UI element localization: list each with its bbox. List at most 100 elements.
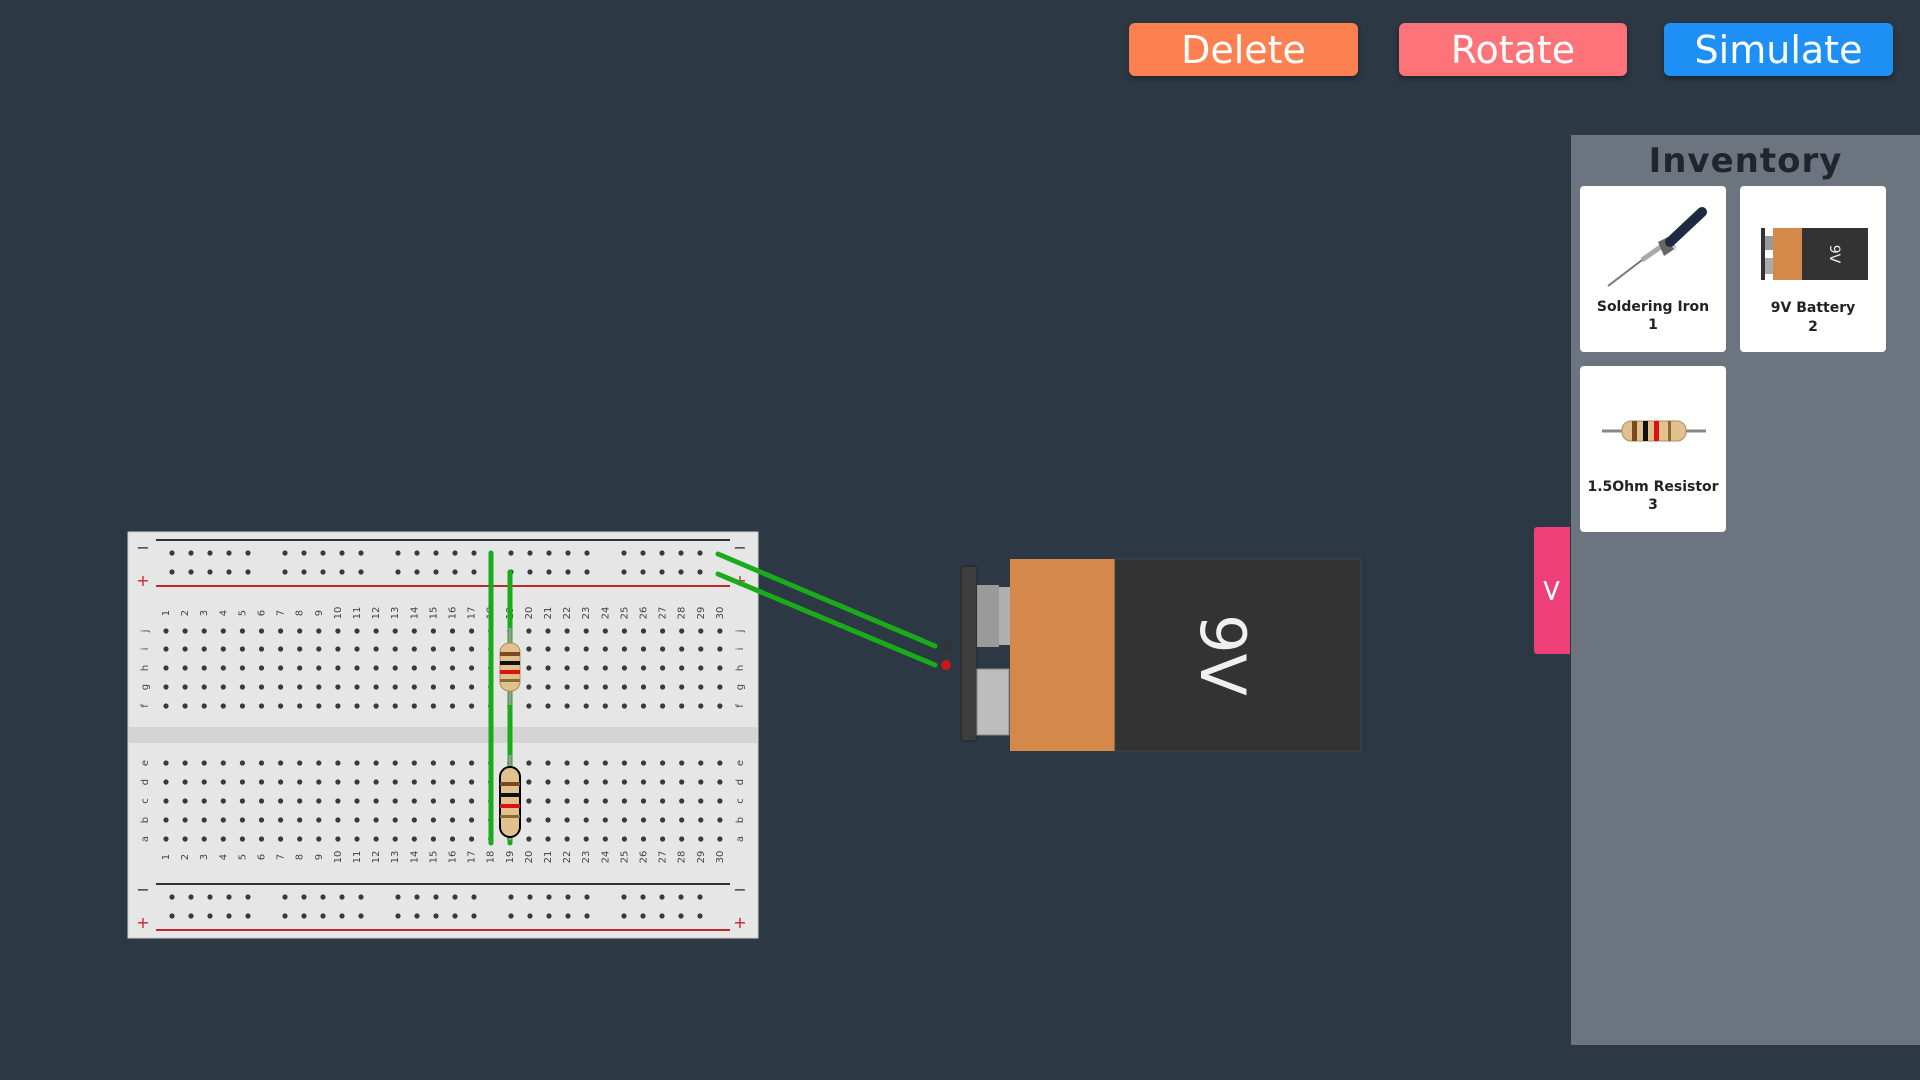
breadboard-hole[interactable] <box>698 684 704 690</box>
breadboard-hole[interactable] <box>659 569 665 575</box>
battery-terminal-positive[interactable] <box>941 660 951 670</box>
breadboard-hole[interactable] <box>660 628 666 634</box>
breadboard-hole[interactable] <box>565 913 571 919</box>
breadboard-hole[interactable] <box>258 817 265 823</box>
breadboard-hole[interactable] <box>545 779 551 785</box>
breadboard-hole[interactable] <box>320 913 326 919</box>
breadboard-hole[interactable] <box>679 836 685 842</box>
breadboard-hole[interactable] <box>163 684 169 690</box>
breadboard-hole[interactable] <box>282 569 288 575</box>
breadboard-hole[interactable] <box>339 894 345 900</box>
breadboard-hole[interactable] <box>660 798 666 804</box>
breadboard-hole[interactable] <box>339 569 345 575</box>
breadboard-hole[interactable] <box>282 894 288 900</box>
battery[interactable]: 9V <box>941 558 1362 752</box>
breadboard-hole[interactable] <box>698 798 704 804</box>
breadboard-hole[interactable] <box>527 550 533 556</box>
breadboard-hole[interactable] <box>469 760 475 766</box>
breadboard-hole[interactable] <box>660 779 666 785</box>
breadboard-hole[interactable] <box>207 550 213 556</box>
breadboard-hole[interactable] <box>182 665 188 671</box>
breadboard-hole[interactable] <box>717 628 723 634</box>
breadboard-hole[interactable] <box>640 894 646 900</box>
breadboard-hole[interactable] <box>678 550 684 556</box>
breadboard-hole[interactable] <box>258 628 265 634</box>
breadboard-hole[interactable] <box>621 646 628 652</box>
breadboard-hole[interactable] <box>679 703 685 709</box>
breadboard-hole[interactable] <box>621 760 628 766</box>
workspace-canvas[interactable]: − + − + − + − + 112233445566778899101011… <box>0 0 1520 1080</box>
breadboard-hole[interactable] <box>395 550 401 556</box>
breadboard-hole[interactable] <box>335 779 341 785</box>
breadboard-hole[interactable] <box>584 550 590 556</box>
breadboard-hole[interactable] <box>452 913 458 919</box>
inventory-toggle-tab[interactable]: > <box>1534 527 1570 654</box>
breadboard-hole[interactable] <box>526 836 532 842</box>
breadboard-hole[interactable] <box>258 665 265 671</box>
breadboard-hole[interactable] <box>182 684 188 690</box>
breadboard-hole[interactable] <box>640 817 647 823</box>
breadboard-hole[interactable] <box>392 760 398 766</box>
breadboard-hole[interactable] <box>660 836 666 842</box>
breadboard-hole[interactable] <box>320 569 326 575</box>
breadboard-hole[interactable] <box>239 817 245 823</box>
breadboard-hole[interactable] <box>469 798 475 804</box>
breadboard-hole[interactable] <box>526 798 532 804</box>
breadboard-hole[interactable] <box>258 703 265 709</box>
breadboard-hole[interactable] <box>201 760 207 766</box>
breadboard-hole[interactable] <box>679 665 685 671</box>
breadboard-hole[interactable] <box>698 628 704 634</box>
breadboard-hole[interactable] <box>220 646 226 652</box>
breadboard-hole[interactable] <box>239 703 245 709</box>
breadboard-hole[interactable] <box>411 760 417 766</box>
breadboard-hole[interactable] <box>717 646 723 652</box>
breadboard-hole[interactable] <box>545 703 551 709</box>
breadboard-hole[interactable] <box>354 628 360 634</box>
breadboard-hole[interactable] <box>395 913 401 919</box>
breadboard-hole[interactable] <box>411 646 417 652</box>
breadboard-hole[interactable] <box>278 779 284 785</box>
breadboard-hole[interactable] <box>469 836 475 842</box>
breadboard-hole[interactable] <box>414 550 420 556</box>
breadboard-hole[interactable] <box>546 913 552 919</box>
breadboard-hole[interactable] <box>411 817 417 823</box>
breadboard-hole[interactable] <box>373 798 379 804</box>
breadboard-hole[interactable] <box>640 550 646 556</box>
breadboard-hole[interactable] <box>316 665 322 671</box>
breadboard-hole[interactable] <box>316 836 322 842</box>
breadboard-hole[interactable] <box>546 894 552 900</box>
breadboard-hole[interactable] <box>207 913 213 919</box>
breadboard-hole[interactable] <box>297 836 303 842</box>
breadboard-hole[interactable] <box>621 779 628 785</box>
breadboard-hole[interactable] <box>640 760 647 766</box>
breadboard-hole[interactable] <box>278 703 284 709</box>
breadboard-hole[interactable] <box>226 913 232 919</box>
breadboard-hole[interactable] <box>220 760 226 766</box>
breadboard-hole[interactable] <box>660 646 666 652</box>
breadboard-hole[interactable] <box>583 760 589 766</box>
breadboard-hole[interactable] <box>717 665 723 671</box>
breadboard-hole[interactable] <box>602 703 608 709</box>
breadboard-hole[interactable] <box>373 779 379 785</box>
breadboard-hole[interactable] <box>564 665 570 671</box>
breadboard-hole[interactable] <box>430 628 436 634</box>
breadboard-hole[interactable] <box>430 665 436 671</box>
breadboard-hole[interactable] <box>373 628 379 634</box>
breadboard-hole[interactable] <box>640 684 647 690</box>
breadboard-hole[interactable] <box>239 628 245 634</box>
breadboard-hole[interactable] <box>430 646 436 652</box>
breadboard-hole[interactable] <box>452 894 458 900</box>
breadboard-hole[interactable] <box>278 665 284 671</box>
breadboard-hole[interactable] <box>245 913 251 919</box>
breadboard-hole[interactable] <box>621 684 628 690</box>
breadboard-hole[interactable] <box>679 628 685 634</box>
breadboard-hole[interactable] <box>660 817 666 823</box>
breadboard-hole[interactable] <box>163 836 169 842</box>
breadboard-hole[interactable] <box>301 913 307 919</box>
breadboard-hole[interactable] <box>278 798 284 804</box>
breadboard-hole[interactable] <box>583 665 589 671</box>
breadboard-hole[interactable] <box>226 550 232 556</box>
breadboard-hole[interactable] <box>430 817 436 823</box>
breadboard-hole[interactable] <box>449 684 456 690</box>
breadboard-hole[interactable] <box>679 684 685 690</box>
